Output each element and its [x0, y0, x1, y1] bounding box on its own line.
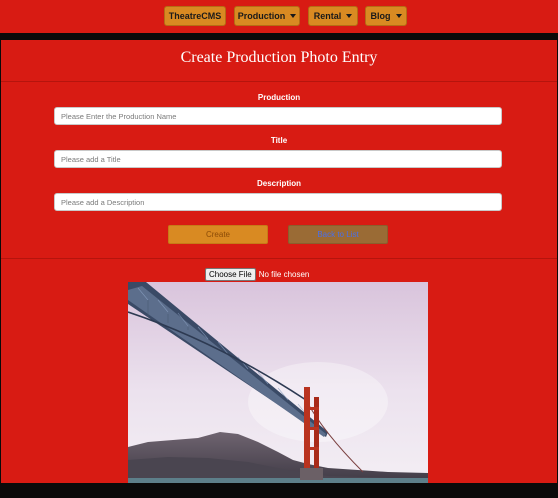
nav-rental-dropdown[interactable]: Rental	[308, 6, 358, 26]
back-to-list-link[interactable]: Back to List	[288, 225, 388, 244]
file-upload: Choose File No file chosen	[205, 267, 309, 281]
nav-rental-label: Rental	[313, 11, 342, 21]
production-label: Production	[257, 93, 301, 102]
chevron-down-icon	[395, 14, 402, 18]
title-label: Title	[270, 136, 288, 145]
description-label: Description	[256, 179, 301, 188]
nav-production-dropdown[interactable]: Production	[234, 6, 300, 26]
photo-preview	[128, 282, 428, 483]
form-panel: Create Production Photo Entry Production…	[1, 40, 557, 483]
form-divider	[1, 258, 557, 259]
file-status: No file chosen	[258, 269, 310, 279]
choose-file-button[interactable]: Choose File	[205, 267, 256, 281]
chevron-down-icon	[290, 14, 297, 18]
nav-blog-label: Blog	[370, 11, 391, 21]
chevron-down-icon	[346, 14, 353, 18]
page-title: Create Production Photo Entry	[180, 49, 378, 66]
nav-blog-dropdown[interactable]: Blog	[365, 6, 407, 26]
title-input[interactable]	[54, 150, 502, 168]
header-divider	[1, 81, 557, 82]
description-input[interactable]	[54, 193, 502, 211]
production-input[interactable]	[54, 107, 502, 125]
bridge-photo	[128, 282, 428, 483]
top-navbar: TheatreCMS Production Rental Blog	[0, 0, 558, 33]
nav-brand-button[interactable]: TheatreCMS	[164, 6, 226, 26]
nav-brand-label: TheatreCMS	[168, 11, 222, 21]
create-button[interactable]: Create	[168, 225, 268, 244]
nav-production-label: Production	[237, 11, 286, 21]
